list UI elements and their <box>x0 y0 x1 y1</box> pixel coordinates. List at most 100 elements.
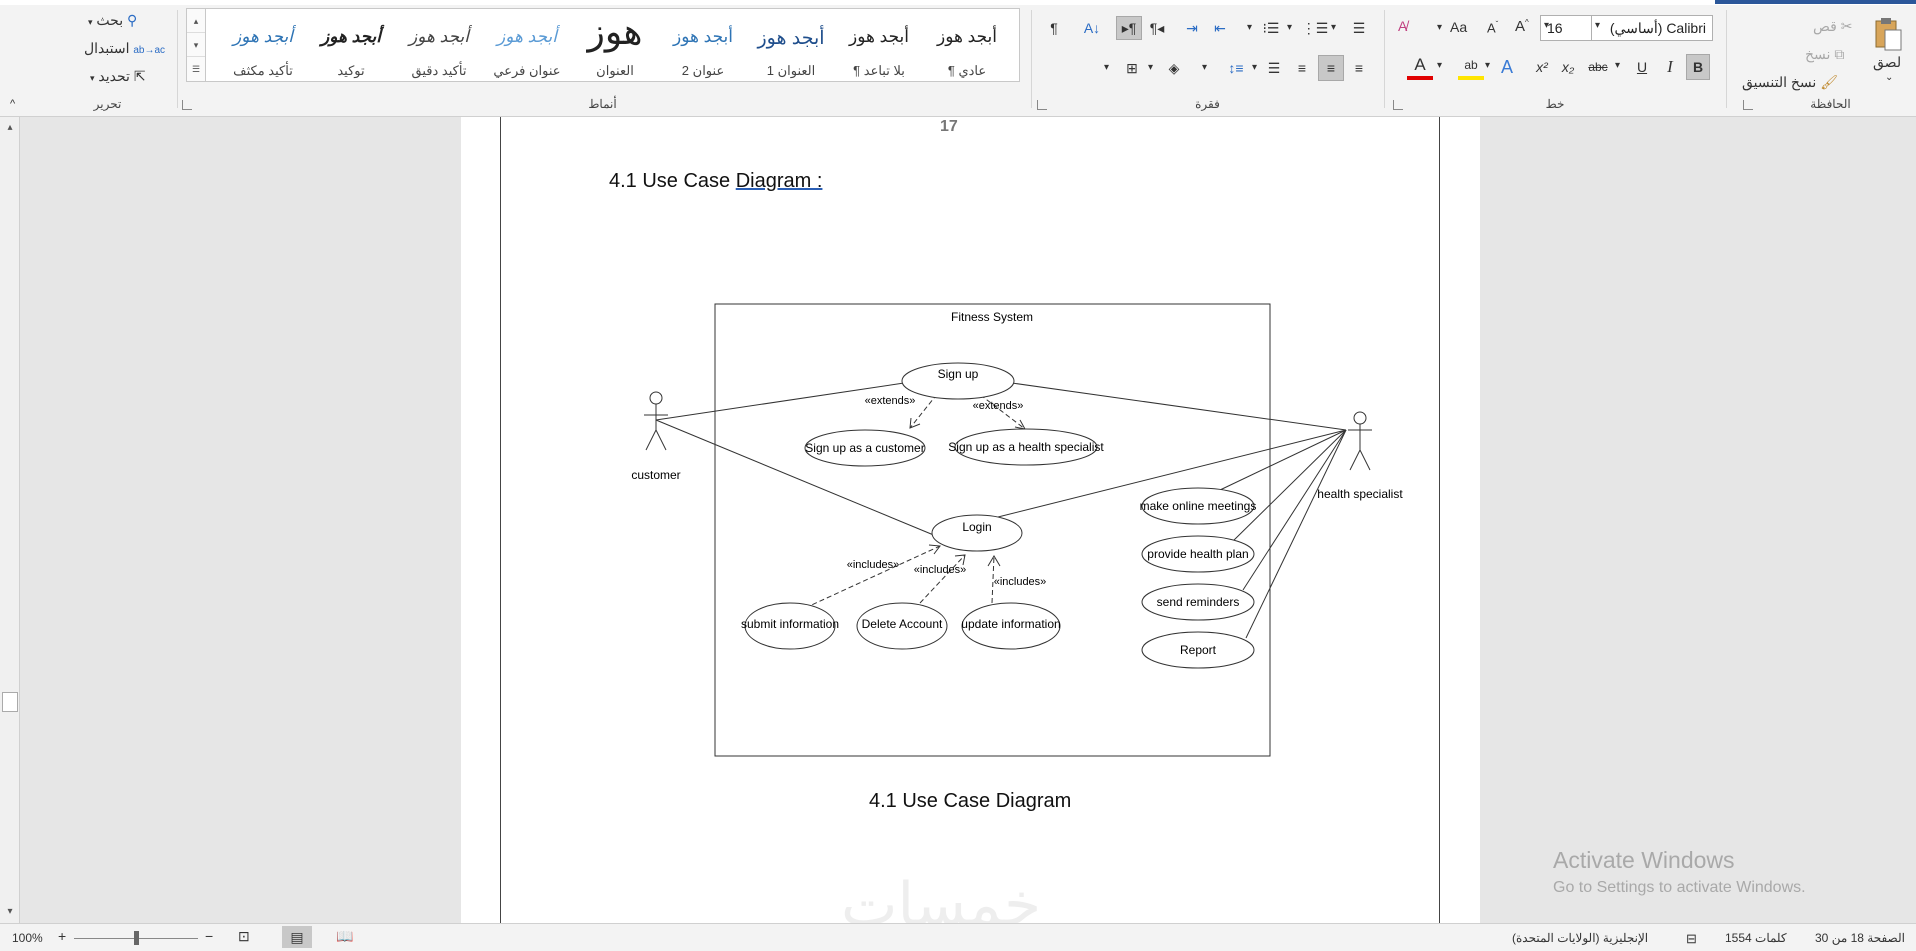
includes-label-2: «includes» <box>914 564 967 576</box>
use-case-update-information[interactable]: update information <box>961 617 1060 631</box>
style-subtle-emphasis[interactable]: أبجد هوز تأكيد دقيق <box>395 9 483 83</box>
copy-button[interactable]: نسخ ⧉ <box>1805 46 1844 63</box>
change-case-dropdown-icon[interactable]: ▾ <box>1437 22 1442 33</box>
shading-dropdown-icon[interactable]: ▾ <box>1202 62 1207 73</box>
zoom-in-button[interactable]: + <box>58 928 66 944</box>
use-case-health-plan[interactable]: provide health plan <box>1147 547 1248 561</box>
gallery-down-icon[interactable]: ▾ <box>187 33 205 57</box>
format-painter-button[interactable]: نسخ التنسيق 🖌 <box>1742 74 1838 91</box>
customer-actor[interactable] <box>644 391 668 451</box>
bold-button[interactable]: B <box>1686 54 1710 80</box>
use-case-login[interactable]: Login <box>962 520 991 534</box>
shrink-font-button[interactable]: Aˇ <box>1487 20 1498 35</box>
shading-icon[interactable]: ◈ <box>1162 56 1186 80</box>
text-effects-icon[interactable]: A <box>1494 54 1520 80</box>
web-layout-icon[interactable]: ⊡ <box>238 928 250 945</box>
borders-dropdown-icon[interactable]: ▾ <box>1148 62 1153 73</box>
collapse-ribbon-icon[interactable]: ^ <box>10 98 15 110</box>
replace-button[interactable]: استبدال ab→ac <box>84 40 165 57</box>
use-case-online-meetings[interactable]: make online meetings <box>1140 499 1257 513</box>
clipboard-launcher-icon[interactable] <box>1743 100 1753 110</box>
borders-extra-dropdown-icon[interactable]: ▾ <box>1104 62 1109 73</box>
use-case-send-reminders[interactable]: send reminders <box>1157 595 1240 609</box>
strikethrough-button[interactable]: abc <box>1584 54 1612 80</box>
borders-icon[interactable]: ⊞ <box>1120 56 1144 80</box>
underline-dropdown-icon[interactable]: ▾ <box>1615 60 1620 71</box>
zoom-out-button[interactable]: − <box>205 928 213 944</box>
gallery-more-icon[interactable]: ☰ <box>187 57 205 81</box>
change-case-button[interactable]: Aa <box>1450 19 1467 35</box>
highlight-dropdown-icon[interactable]: ▾ <box>1485 60 1490 71</box>
bullets-icon[interactable]: ☰ <box>1347 16 1371 40</box>
font-color-dropdown-icon[interactable]: ▾ <box>1437 60 1442 71</box>
find-button[interactable]: ▾ بحث ⚲ <box>88 12 137 29</box>
styles-launcher-icon[interactable] <box>182 100 192 110</box>
line-spacing-icon[interactable]: ↕≡ <box>1224 56 1248 80</box>
use-case-submit-information[interactable]: submit information <box>741 617 839 631</box>
style-normal[interactable]: أبجد هوز ¶ عادي <box>923 9 1011 83</box>
align-center-icon[interactable]: ≡ <box>1318 55 1344 81</box>
use-case-sign-up-specialist[interactable]: Sign up as a health specialist <box>948 440 1104 454</box>
align-left-icon[interactable]: ≡ <box>1290 56 1314 80</box>
multilevel-list-icon[interactable]: ⁝☰ <box>1259 16 1283 40</box>
font-launcher-icon[interactable] <box>1393 100 1403 110</box>
style-emphasis[interactable]: أبجد هوز توكيد <box>307 9 395 83</box>
page-count-status[interactable]: الصفحة 18 من 30 <box>1815 931 1905 945</box>
align-right-icon[interactable]: ≡ <box>1347 56 1371 80</box>
use-case-sign-up-customer[interactable]: Sign up as a customer <box>805 441 924 455</box>
underline-button[interactable]: U <box>1630 54 1654 80</box>
highlight-icon[interactable]: ab <box>1458 54 1484 80</box>
search-icon: ⚲ <box>127 12 138 28</box>
zoom-slider-thumb[interactable] <box>134 931 139 945</box>
proofing-icon[interactable]: ⊟ <box>1686 931 1697 947</box>
paste-button[interactable]: لصق <box>1873 54 1901 71</box>
show-marks-icon[interactable]: ¶ <box>1042 16 1066 40</box>
line-spacing-dropdown-icon[interactable]: ▾ <box>1252 62 1257 73</box>
increase-indent-icon[interactable]: ⇥ <box>1180 16 1204 40</box>
font-color-icon[interactable]: A <box>1407 54 1433 80</box>
multilevel-dropdown-icon[interactable]: ▾ <box>1247 22 1252 33</box>
use-case-diagram[interactable]: Fitness System customer health specialis… <box>620 290 1420 770</box>
paste-dropdown-icon[interactable]: ⌄ <box>1885 72 1893 83</box>
cut-button[interactable]: قص ✂ <box>1813 18 1852 35</box>
scroll-up-icon[interactable]: ▴ <box>3 121 17 135</box>
sort-icon[interactable]: A↓ <box>1080 16 1104 40</box>
style-subtitle[interactable]: أبجد هوز عنوان فرعي <box>483 9 571 83</box>
paragraph-launcher-icon[interactable] <box>1037 100 1047 110</box>
language-status[interactable]: الإنجليزية (الولايات المتحدة) <box>1512 931 1648 945</box>
style-title[interactable]: هوز العنوان <box>571 9 659 83</box>
gallery-up-icon[interactable]: ▴ <box>187 9 205 33</box>
font-name-dropdown-icon[interactable]: ▾ <box>1595 20 1600 31</box>
ltr-direction-icon[interactable]: ▸¶ <box>1116 16 1142 40</box>
font-name-box[interactable]: Calibri (أساسي) <box>1591 15 1713 41</box>
select-button[interactable]: ▾ تحديد ⇱ <box>90 68 146 85</box>
use-case-sign-up[interactable]: Sign up <box>938 367 979 381</box>
grow-font-button[interactable]: A^ <box>1515 18 1529 35</box>
paste-icon[interactable] <box>1870 14 1906 54</box>
superscript-button[interactable]: x² <box>1530 54 1554 80</box>
zoom-level[interactable]: 100% <box>12 931 43 945</box>
italic-button[interactable]: I <box>1658 54 1682 80</box>
style-no-spacing[interactable]: أبجد هوز ¶ بلا تباعد <box>835 9 923 83</box>
clear-formatting-icon[interactable]: A̸ <box>1398 18 1407 34</box>
styles-gallery-scroll[interactable]: ▴ ▾ ☰ <box>186 8 206 82</box>
bullets-dropdown-icon[interactable]: ▾ <box>1331 22 1336 33</box>
style-heading-1[interactable]: أبجد هوز العنوان 1 <box>747 9 835 83</box>
use-case-report[interactable]: Report <box>1180 643 1217 657</box>
print-layout-icon[interactable]: ▤ <box>282 926 312 948</box>
read-mode-icon[interactable]: 📖 <box>336 928 353 945</box>
subscript-button[interactable]: x₂ <box>1556 54 1580 80</box>
numbering-icon[interactable]: ⋮☰ <box>1302 16 1329 40</box>
font-size-dropdown-icon[interactable]: ▾ <box>1544 20 1549 31</box>
decrease-indent-icon[interactable]: ⇤ <box>1208 16 1232 40</box>
health-specialist-actor[interactable] <box>1348 411 1372 471</box>
ruler-marker[interactable] <box>2 692 18 712</box>
numbering-dropdown-icon[interactable]: ▾ <box>1287 22 1292 33</box>
use-case-delete-account[interactable]: Delete Account <box>862 617 943 631</box>
rtl-direction-icon[interactable]: ¶◂ <box>1145 16 1169 40</box>
style-intense-emphasis[interactable]: أبجد هوز تأكيد مكثف <box>219 9 307 83</box>
scroll-down-icon[interactable]: ▾ <box>3 905 17 919</box>
style-heading-2[interactable]: أبجد هوز عنوان 2 <box>659 9 747 83</box>
justify-icon[interactable]: ☰ <box>1262 56 1286 80</box>
word-count-status[interactable]: 1554 كلمات <box>1725 931 1787 945</box>
